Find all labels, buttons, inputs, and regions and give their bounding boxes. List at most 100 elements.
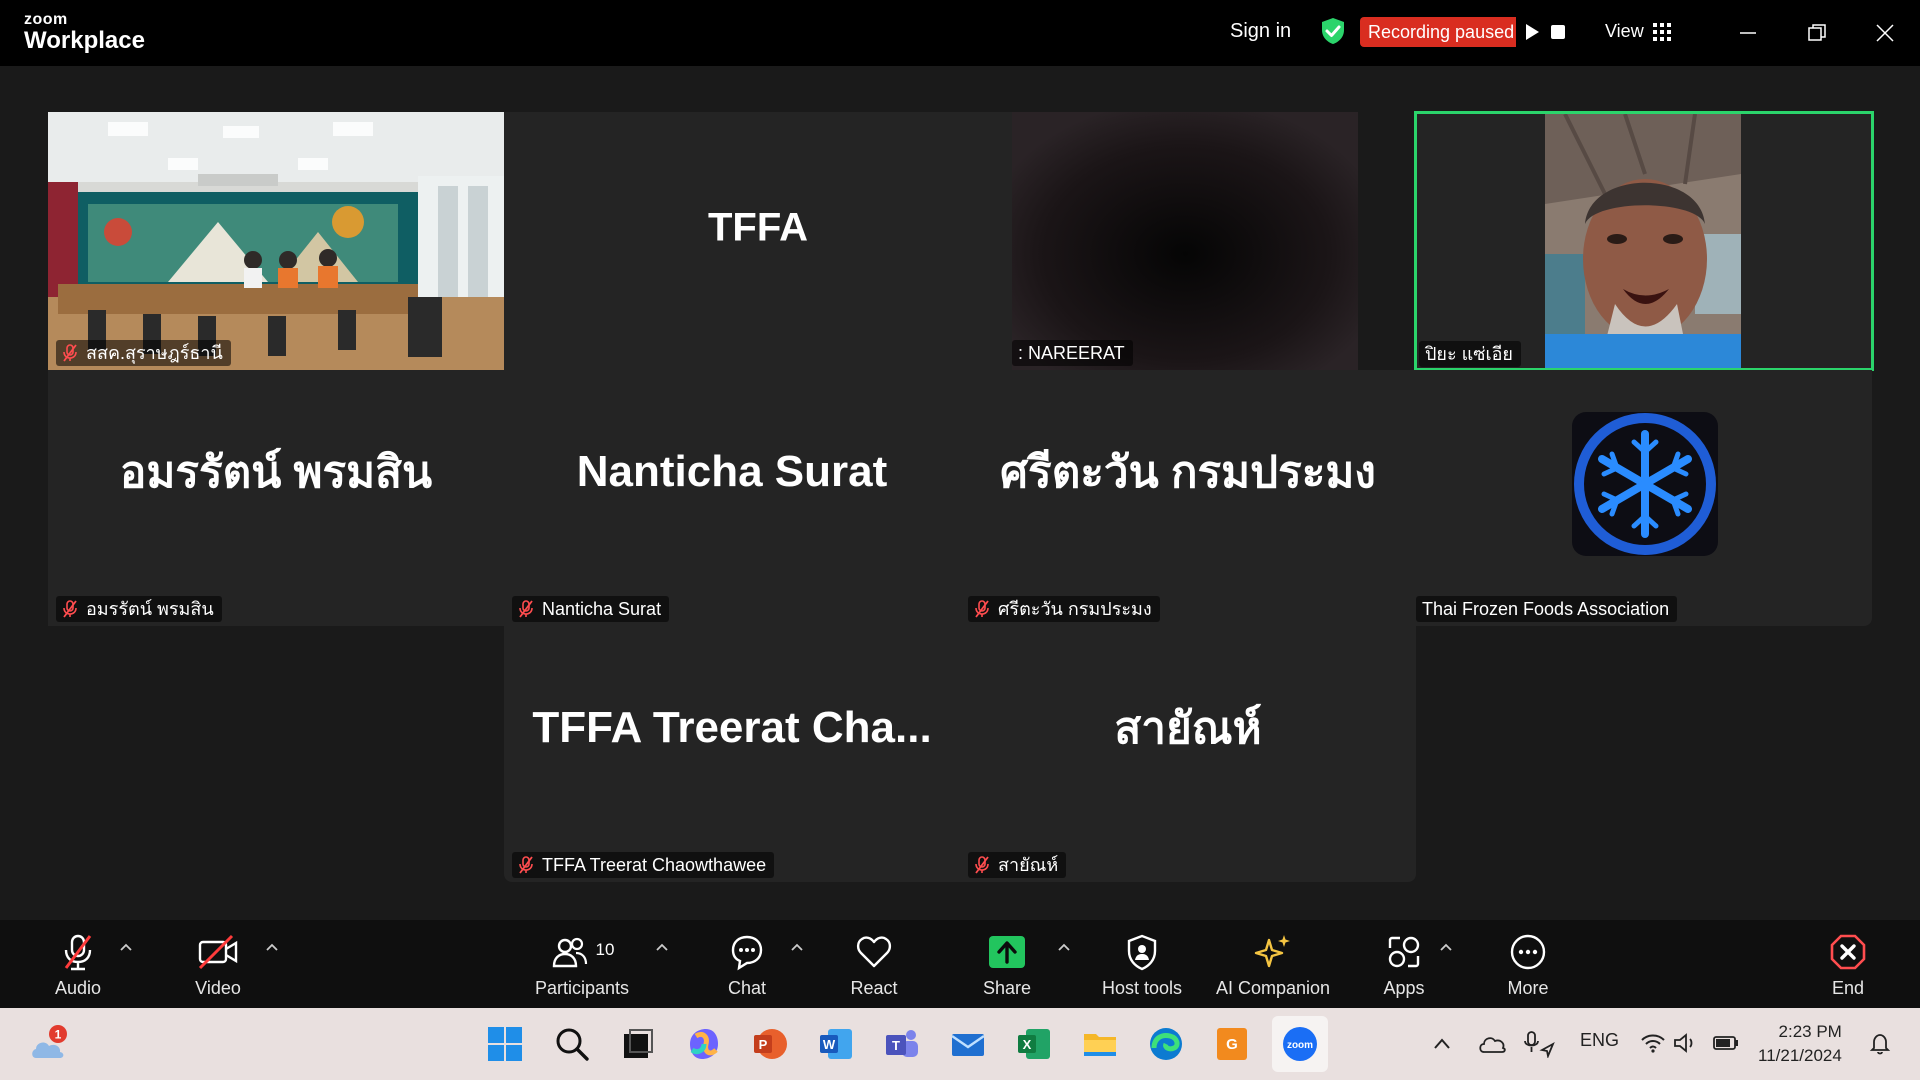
teams-icon[interactable]: T [882, 1024, 922, 1064]
audio-button[interactable]: Audio [38, 920, 118, 1008]
react-button[interactable]: React [834, 920, 914, 1008]
close-icon[interactable] [1870, 18, 1900, 48]
conference-room-video [48, 112, 504, 370]
show-hidden-icons-chevron-icon[interactable] [1432, 1036, 1452, 1052]
clock-date: 11/21/2024 [1758, 1046, 1842, 1065]
weather-badge-count: 1 [55, 1028, 62, 1042]
video-off-icon [198, 934, 238, 970]
participant-tile-nareerat[interactable]: : NAREERAT [1012, 112, 1358, 370]
apps-options-chevron-icon[interactable] [1438, 940, 1454, 956]
participant-name: : NAREERAT [1018, 343, 1125, 363]
word-icon[interactable]: W [816, 1024, 856, 1064]
participant-tile-amornrat[interactable]: อมรรัตน์ พรมสิน อมรรัตน์ พรมสิน [48, 370, 504, 626]
participants-count: 10 [595, 940, 615, 959]
participant-tile-tffa-association[interactable]: Thai Frozen Foods Association [1416, 370, 1872, 626]
participant-tile-nanticha[interactable]: Nanticha Surat Nanticha Surat [504, 370, 960, 626]
participant-name: สสค.สุราษฎร์ธานี [86, 343, 223, 363]
restore-icon[interactable] [1802, 18, 1832, 48]
powerpoint-icon[interactable]: P [750, 1024, 790, 1064]
pdf-editor-icon[interactable]: G [1212, 1024, 1252, 1064]
audio-options-chevron-icon[interactable] [118, 940, 134, 956]
microphone-location-icon[interactable] [1522, 1030, 1556, 1058]
file-explorer-icon[interactable] [1080, 1024, 1120, 1064]
participant-name-tag: : NAREERAT [1012, 340, 1133, 366]
participant-name: อมรรัตน์ พรมสิน [86, 599, 214, 619]
view-button[interactable]: View [1605, 21, 1644, 42]
notifications-bell-icon[interactable] [1868, 1032, 1892, 1056]
speaker-camera-video [1545, 114, 1741, 368]
participant-tile-tffa[interactable]: TFFA [504, 112, 1012, 370]
participant-name: ปิยะ แซ่เอีย [1425, 344, 1513, 364]
participant-tile-treerat[interactable]: TFFA Treerat Cha... TFFA Treerat Chaowth… [504, 626, 960, 882]
onedrive-cloud-icon[interactable] [1478, 1032, 1506, 1056]
muted-mic-icon [975, 856, 989, 874]
participants-options-chevron-icon[interactable] [654, 940, 670, 956]
participant-name-tag: สายัณห์ [968, 852, 1067, 878]
sign-in-link[interactable]: Sign in [1230, 20, 1291, 43]
participant-tile-sritawan[interactable]: ศรีตะวัน กรมประมง ศรีตะวัน กรมประมง [960, 370, 1416, 626]
participant-name-tag: Nanticha Surat [512, 596, 670, 622]
muted-mic-icon [64, 934, 92, 971]
battery-icon[interactable] [1712, 1033, 1740, 1053]
recording-status-badge: Recording paused [1360, 17, 1523, 47]
stop-recording-icon[interactable] [1548, 22, 1568, 42]
share-button[interactable]: Share [967, 920, 1047, 1008]
participant-name: Nanticha Surat [542, 599, 662, 619]
edge-browser-icon[interactable] [1146, 1024, 1186, 1064]
zoom-app-icon[interactable]: zoom [1280, 1024, 1320, 1064]
ai-companion-label: AI Companion [1215, 978, 1331, 998]
muted-mic-icon [63, 344, 77, 362]
excel-icon[interactable]: X [1014, 1024, 1054, 1064]
participant-name-tag: อมรรัตน์ พรมสิน [56, 596, 222, 622]
input-language-indicator[interactable]: ENG [1580, 1030, 1619, 1051]
svg-text:X: X [1023, 1037, 1032, 1052]
host-tools-label: Host tools [1101, 978, 1183, 998]
participant-tile-active-speaker[interactable]: ปิยะ แซ่เอีย [1414, 111, 1874, 371]
more-icon [1510, 934, 1546, 970]
host-tools-shield-icon [1127, 934, 1157, 971]
apps-button[interactable]: Apps [1364, 920, 1444, 1008]
participant-display-name: TFFA Treerat Cha... [532, 703, 932, 753]
participant-name: ศรีตะวัน กรมประมง [998, 599, 1152, 619]
minimize-icon[interactable] [1733, 18, 1763, 48]
heart-icon [856, 936, 892, 968]
more-button[interactable]: More [1488, 920, 1568, 1008]
svg-text:T: T [892, 1038, 900, 1053]
share-options-chevron-icon[interactable] [1056, 940, 1072, 956]
ai-companion-button[interactable]: AI Companion [1208, 920, 1338, 1008]
participants-button[interactable]: 10 Participants [528, 920, 636, 1008]
participant-name-tag: Thai Frozen Foods Association [1416, 596, 1678, 622]
logo-big-text: Workplace [24, 27, 145, 54]
system-clock[interactable]: 2:23 PM 11/21/2024 [1758, 1020, 1842, 1068]
copilot-icon[interactable] [684, 1024, 724, 1064]
audio-label: Audio [54, 978, 102, 998]
windows-start-icon[interactable] [485, 1024, 525, 1064]
chat-icon [731, 935, 763, 971]
search-icon[interactable] [552, 1024, 592, 1064]
muted-mic-icon [519, 600, 533, 618]
dark-camera-video [1012, 112, 1358, 370]
task-view-icon[interactable] [618, 1024, 658, 1064]
participant-display-name: อมรรัตน์ พรมสิน [119, 448, 433, 498]
participant-display-name: ศรีตะวัน กรมประมง [1000, 448, 1376, 498]
share-screen-icon [989, 936, 1025, 968]
react-label: React [850, 978, 898, 998]
video-options-chevron-icon[interactable] [264, 940, 280, 956]
chat-options-chevron-icon[interactable] [789, 940, 805, 956]
zoom-workplace-logo: zoom Workplace [24, 12, 145, 53]
video-button[interactable]: Video [178, 920, 258, 1008]
security-shield-icon[interactable] [1318, 16, 1348, 46]
weather-widget-icon[interactable]: 1 [28, 1024, 70, 1066]
resume-recording-icon[interactable] [1522, 22, 1542, 42]
end-meeting-button[interactable]: End [1808, 920, 1888, 1008]
participant-tile-conference-room[interactable]: สสค.สุราษฎร์ธานี [48, 112, 504, 370]
participant-name: สายัณห์ [998, 855, 1059, 875]
volume-icon[interactable] [1672, 1032, 1698, 1054]
mail-icon[interactable] [948, 1024, 988, 1064]
wifi-icon[interactable] [1640, 1032, 1666, 1054]
participant-tile-sayan[interactable]: สายัณห์ สายัณห์ [960, 626, 1416, 882]
host-tools-button[interactable]: Host tools [1094, 920, 1190, 1008]
grid-view-icon[interactable] [1653, 23, 1671, 41]
chat-button[interactable]: Chat [707, 920, 787, 1008]
participant-name: TFFA Treerat Chaowthawee [542, 855, 767, 875]
